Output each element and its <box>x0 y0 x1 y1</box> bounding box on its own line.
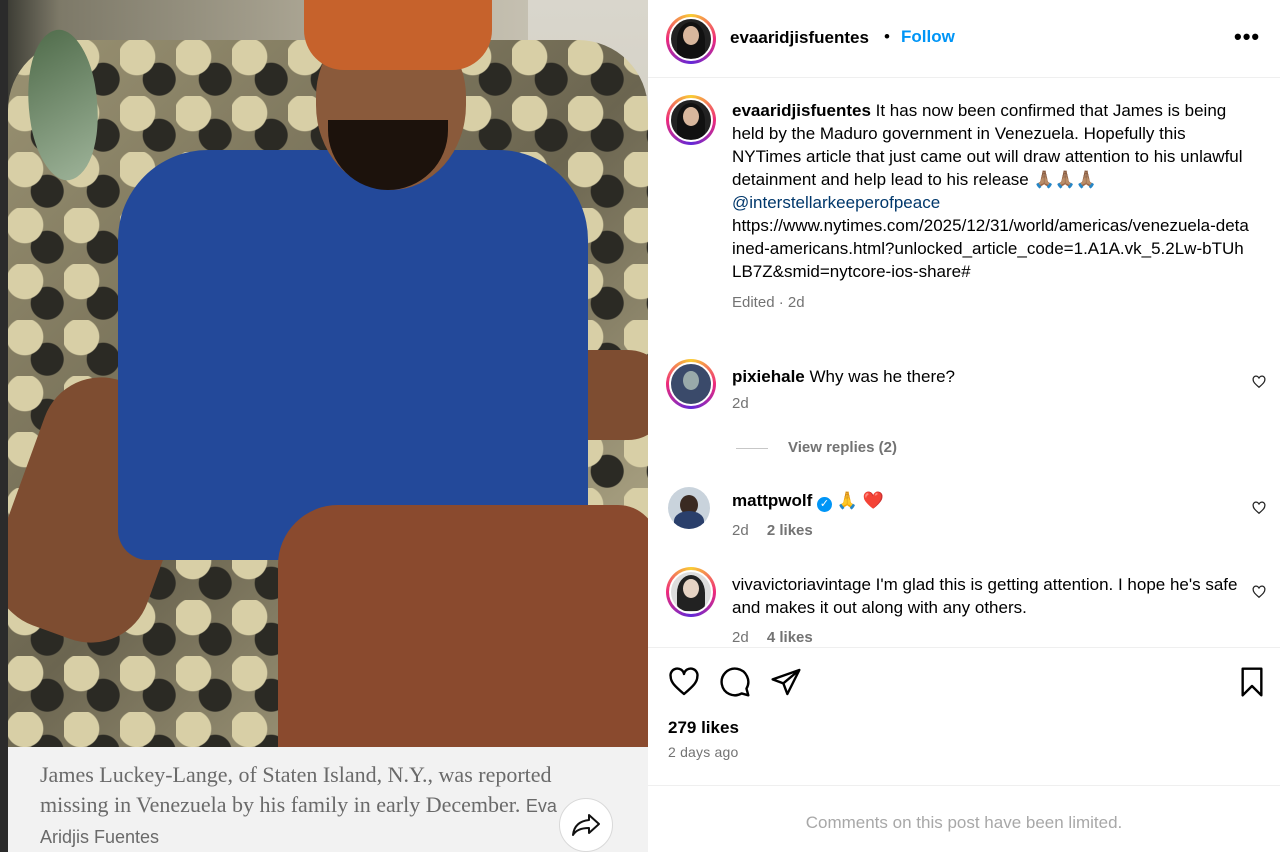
caption-meta: Edited · 2d <box>732 294 805 311</box>
author-avatar[interactable] <box>666 14 716 64</box>
comment-avatar[interactable] <box>668 487 710 529</box>
bookmark-icon[interactable] <box>1236 666 1268 698</box>
caption-username[interactable]: evaaridjisfuentes <box>732 101 871 120</box>
post-photo <box>8 0 648 747</box>
comment-username[interactable]: mattpwolf <box>732 491 812 510</box>
comment-username[interactable]: vivavictoriavintage <box>732 575 871 594</box>
comment-username[interactable]: pixiehale <box>732 367 805 386</box>
photo-shirt <box>118 150 588 560</box>
comment-likes[interactable]: 2 likes <box>767 522 813 539</box>
comment-like-icon[interactable] <box>1252 375 1266 389</box>
comments-limited-notice: Comments on this post have been limited. <box>805 813 1123 832</box>
verified-badge-icon: ✓ <box>817 497 833 512</box>
more-options-icon[interactable]: ••• <box>1234 24 1260 50</box>
comment-likes[interactable]: 4 likes <box>767 629 813 646</box>
view-replies-button[interactable]: View replies (2) <box>788 439 897 456</box>
post-caption: evaaridjisfuentes It has now been confir… <box>732 99 1252 314</box>
comment-item: mattpwolf ✓ 🙏 ❤️ <box>732 489 1252 512</box>
post-header: evaaridjisfuentes • Follow ••• <box>648 0 1280 78</box>
comment-like-icon[interactable] <box>1252 585 1266 599</box>
comment-time: 2d <box>732 522 749 539</box>
comment-bubble-icon[interactable] <box>719 666 751 698</box>
photo-pants <box>278 505 648 747</box>
caption-mention[interactable]: @interstellarkeeperofpeace <box>732 193 940 212</box>
comments-section[interactable]: evaaridjisfuentes It has now been confir… <box>648 79 1280 647</box>
comment-item: pixiehale Why was he there? <box>732 365 1252 388</box>
post-media: James Luckey-Lange, of Staten Island, N.… <box>0 0 648 852</box>
comment-text: 🙏 ❤️ <box>836 491 884 510</box>
comment-time: 2d <box>732 629 749 646</box>
comments-limited-bar: Comments on this post have been limited. <box>648 785 1280 852</box>
caption-link[interactable]: https://www.nytimes.com/2025/12/31/world… <box>732 216 1249 281</box>
comment-meta: 2d 2 likes <box>732 522 813 539</box>
comment-avatar[interactable] <box>666 359 716 409</box>
paper-plane-icon[interactable] <box>770 666 802 698</box>
media-share-button[interactable] <box>559 798 613 852</box>
comment-item: vivavictoriavintage I'm glad this is get… <box>732 573 1252 619</box>
heart-icon[interactable] <box>668 666 700 698</box>
post-timestamp: 2 days ago <box>668 744 739 760</box>
comment-time: 2d <box>732 395 749 412</box>
author-username[interactable]: evaaridjisfuentes <box>730 28 869 48</box>
post-panel: evaaridjisfuentes • Follow ••• evaaridji… <box>648 0 1280 852</box>
comment-avatar[interactable] <box>666 567 716 617</box>
photo-beanie <box>304 0 492 70</box>
comment-text: Why was he there? <box>809 367 956 386</box>
media-caption-text: James Luckey-Lange, of Staten Island, N.… <box>40 762 552 817</box>
media-caption: James Luckey-Lange, of Staten Island, N.… <box>40 760 600 852</box>
post-actions: 279 likes 2 days ago <box>648 647 1280 785</box>
view-replies-line <box>736 448 768 449</box>
likes-count[interactable]: 279 likes <box>668 718 739 738</box>
comment-like-icon[interactable] <box>1252 501 1266 515</box>
caption-avatar[interactable] <box>666 95 716 145</box>
comment-meta: 2d 4 likes <box>732 629 813 646</box>
comment-meta: 2d <box>732 395 749 412</box>
header-separator: • <box>884 27 890 46</box>
follow-button[interactable]: Follow <box>901 27 955 47</box>
share-arrow-icon <box>572 814 600 836</box>
